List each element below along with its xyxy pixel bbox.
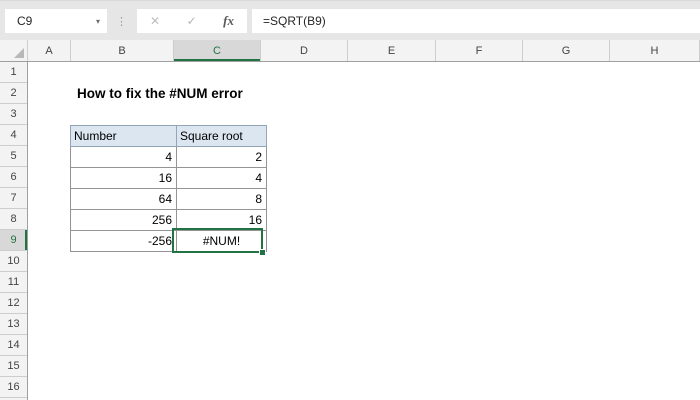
row-header-9[interactable]: 9: [0, 230, 27, 251]
cell-b5[interactable]: 4: [71, 147, 177, 168]
row-header-14[interactable]: 14: [0, 335, 27, 356]
table-header-row: Number Square root: [71, 126, 267, 147]
column-header-d[interactable]: D: [261, 40, 348, 61]
column-header-e[interactable]: E: [348, 40, 436, 61]
row-header-3[interactable]: 3: [0, 104, 27, 125]
formula-bar: C9 ▾ ⋮ ✕ ✓ fx =SQRT(B9): [0, 0, 700, 40]
cell-c5[interactable]: 2: [177, 147, 267, 168]
row-header-12[interactable]: 12: [0, 293, 27, 314]
table-header-number[interactable]: Number: [71, 126, 177, 147]
cell-grid[interactable]: How to fix the #NUM error Number Square …: [28, 62, 700, 400]
name-box-dropdown-icon[interactable]: ▾: [96, 17, 107, 26]
cell-reference: C9: [5, 14, 96, 28]
insert-function-icon[interactable]: fx: [223, 13, 234, 29]
worksheet: A B C D E F G H 1 2 3 4 5 6 7 8 9 10 11 …: [0, 40, 700, 400]
row-header-10[interactable]: 10: [0, 251, 27, 272]
enter-icon[interactable]: ✓: [187, 14, 197, 28]
row-header-1[interactable]: 1: [0, 62, 27, 83]
row-header-16[interactable]: 16: [0, 377, 27, 398]
formula-input[interactable]: =SQRT(B9): [252, 9, 700, 33]
cancel-icon[interactable]: ✕: [150, 14, 160, 28]
table-row: 16 4: [71, 168, 267, 189]
row-headers: 1 2 3 4 5 6 7 8 9 10 11 12 13 14 15 16: [0, 62, 28, 400]
table-header-square-root[interactable]: Square root: [177, 126, 267, 147]
cell-c7[interactable]: 8: [177, 189, 267, 210]
column-header-a[interactable]: A: [28, 40, 71, 61]
row-header-13[interactable]: 13: [0, 314, 27, 335]
name-box[interactable]: C9 ▾: [5, 9, 107, 33]
formula-bar-buttons: ✕ ✓ fx: [137, 9, 247, 33]
row-header-15[interactable]: 15: [0, 356, 27, 377]
row-header-4[interactable]: 4: [0, 125, 27, 146]
row-header-2[interactable]: 2: [0, 83, 27, 104]
fill-handle[interactable]: [259, 249, 266, 256]
row-header-6[interactable]: 6: [0, 167, 27, 188]
row-header-5[interactable]: 5: [0, 146, 27, 167]
row-header-11[interactable]: 11: [0, 272, 27, 293]
table-row: 4 2: [71, 147, 267, 168]
column-header-h[interactable]: H: [610, 40, 700, 61]
table-row: 64 8: [71, 189, 267, 210]
cell-b6[interactable]: 16: [71, 168, 177, 189]
spreadsheet-window: C9 ▾ ⋮ ✕ ✓ fx =SQRT(B9) A B C D E F G H: [0, 0, 700, 400]
select-all-triangle-icon: [14, 48, 24, 58]
cell-b8[interactable]: 256: [71, 210, 177, 231]
selected-cell-outline[interactable]: [172, 228, 263, 253]
column-header-c[interactable]: C: [174, 40, 261, 61]
cell-b7[interactable]: 64: [71, 189, 177, 210]
cell-b9[interactable]: -256: [71, 231, 177, 252]
row-header-7[interactable]: 7: [0, 188, 27, 209]
formula-text: =SQRT(B9): [252, 14, 326, 28]
select-all-button[interactable]: [0, 40, 28, 61]
column-header-f[interactable]: F: [436, 40, 523, 61]
column-header-g[interactable]: G: [523, 40, 610, 61]
cell-c6[interactable]: 4: [177, 168, 267, 189]
column-headers: A B C D E F G H: [0, 40, 700, 62]
column-header-b[interactable]: B: [71, 40, 174, 61]
row-header-8[interactable]: 8: [0, 209, 27, 230]
page-title: How to fix the #NUM error: [77, 83, 243, 104]
formula-bar-separator-dots-icon: ⋮: [116, 9, 127, 33]
